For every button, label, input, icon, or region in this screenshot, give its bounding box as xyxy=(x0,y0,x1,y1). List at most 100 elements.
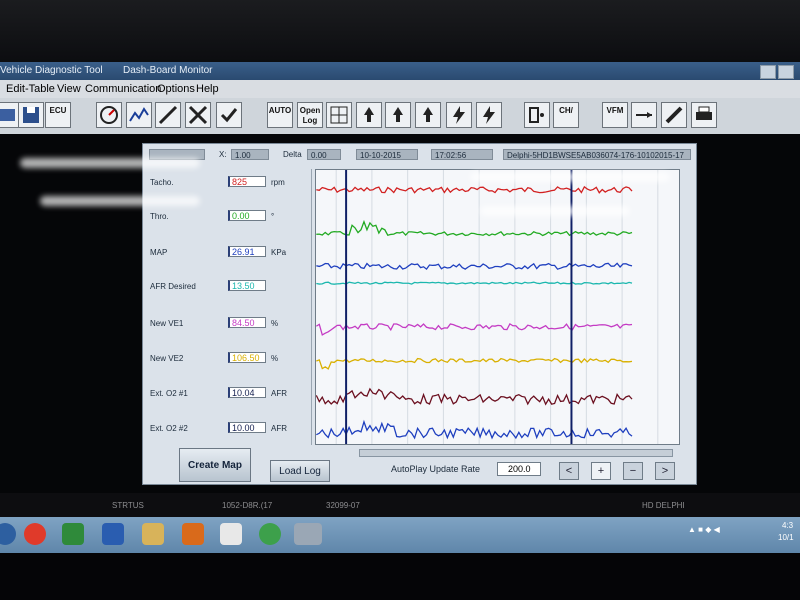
flash-icon[interactable] xyxy=(356,102,382,128)
ch-label: CH/ xyxy=(559,106,573,115)
autoplay-rate-input[interactable]: 200.0 xyxy=(497,462,541,476)
maximize-button[interactable] xyxy=(778,65,794,79)
reading-value: 84.50 xyxy=(228,317,266,328)
title-bar: Vehicle Diagnostic Tool Dash-Board Monit… xyxy=(0,62,800,80)
reading-label: New VE1 xyxy=(150,319,184,328)
file-explorer-icon[interactable] xyxy=(142,523,164,545)
x-value: 1.00 xyxy=(231,149,269,160)
menu-edit-table[interactable]: Edit-Table xyxy=(6,80,55,98)
open-log-button[interactable]: Open Log xyxy=(297,102,323,128)
auto-label: AUTO xyxy=(268,106,292,115)
media-player-icon[interactable] xyxy=(24,523,46,545)
gauge-icon[interactable] xyxy=(96,102,122,128)
autoplay-label: AutoPlay Update Rate xyxy=(391,464,481,474)
zoom-in-button[interactable]: + xyxy=(591,462,611,480)
pen-icon[interactable] xyxy=(661,102,687,128)
trace-line xyxy=(316,219,633,237)
screen-glare-2 xyxy=(40,196,200,206)
fuel-icon[interactable] xyxy=(524,102,550,128)
reading-label: Thro. xyxy=(150,212,169,221)
word-icon[interactable] xyxy=(102,523,124,545)
log-time: 17:02:56 xyxy=(431,149,493,160)
screen-glare xyxy=(20,158,200,168)
reading-value: 13.50 xyxy=(228,280,266,291)
lightning-2-icon[interactable] xyxy=(476,102,502,128)
reading-label: New VE2 xyxy=(150,354,184,363)
scale-separator xyxy=(311,169,312,445)
trace-line xyxy=(316,322,633,336)
ecu-label: ECU xyxy=(49,106,67,115)
window-title: Vehicle Diagnostic Tool xyxy=(0,65,103,76)
ecu-icon[interactable]: ECU xyxy=(45,102,71,128)
menu-help[interactable]: Help xyxy=(196,80,219,98)
trace-line xyxy=(316,387,633,406)
bezel-label-4: HD DELPHI xyxy=(642,501,685,510)
menu-communication[interactable]: Communication xyxy=(85,80,161,98)
bezel-label-2: 1052-D8R.(17 xyxy=(222,501,273,510)
reading-unit: % xyxy=(271,354,279,363)
apps-grid-icon[interactable] xyxy=(220,523,242,545)
tray-icons[interactable]: ▲ ■ ◆ ◀ xyxy=(688,525,720,534)
reading-value: 10.04 xyxy=(228,387,266,398)
monitor-bezel-top xyxy=(0,0,800,62)
excel-icon[interactable] xyxy=(62,523,84,545)
vfm-icon[interactable]: VFM xyxy=(602,102,628,128)
tray-clock[interactable]: 4:3 xyxy=(782,521,793,530)
flash-2-icon[interactable] xyxy=(385,102,411,128)
menu-bar: Edit-Table View Communication Options He… xyxy=(0,80,800,98)
save-icon[interactable] xyxy=(18,102,44,128)
auto-map-icon[interactable]: AUTO xyxy=(267,102,293,128)
chrome-icon[interactable] xyxy=(259,523,281,545)
next-button[interactable]: > xyxy=(655,462,675,480)
toolbar: ECU AUTO Open Log CH/ VFM xyxy=(0,98,800,135)
reading-label: AFR Desired xyxy=(150,282,196,291)
vfm-label: VFM xyxy=(606,106,624,115)
menu-options[interactable]: Options xyxy=(157,80,195,98)
log-filename: Delphi-5HD1BWSE5AB036074-176-10102015-17 xyxy=(503,149,691,160)
load-log-button[interactable]: Load Log xyxy=(270,460,330,482)
reading-value: 0.00 xyxy=(228,210,266,221)
table-icon[interactable] xyxy=(326,102,352,128)
reading-label: Tacho. xyxy=(150,178,174,187)
trace-line xyxy=(316,419,633,440)
tray-date: 10/1 xyxy=(778,533,794,542)
checklist-icon[interactable] xyxy=(216,102,242,128)
lightning-icon[interactable] xyxy=(446,102,472,128)
trace-line xyxy=(316,185,633,194)
bezel-label-3: 32099-07 xyxy=(326,501,360,510)
open-icon[interactable] xyxy=(0,102,20,128)
trace-line xyxy=(316,357,633,370)
reading-unit: AFR xyxy=(271,424,287,433)
ch-icon[interactable]: CH/ xyxy=(553,102,579,128)
timeline-scrollbar[interactable] xyxy=(359,449,673,457)
reading-value: 825 xyxy=(228,176,266,187)
create-map-button[interactable]: Create Map xyxy=(179,448,251,482)
tune-icon[interactable] xyxy=(155,102,181,128)
monitor-bezel-bottom xyxy=(0,553,800,600)
reading-value: 106.50 xyxy=(228,352,266,363)
diagnostic-tool-taskbar-icon[interactable] xyxy=(294,523,322,545)
minimize-button[interactable] xyxy=(760,65,776,79)
menu-view[interactable]: View xyxy=(57,80,81,98)
taskbar: ▲ ■ ◆ ◀ 4:3 10/1 xyxy=(0,517,800,553)
reading-value: 10.00 xyxy=(228,422,266,433)
previous-button[interactable]: < xyxy=(559,462,579,480)
flash-3-icon[interactable] xyxy=(415,102,441,128)
satellite-icon[interactable] xyxy=(185,102,211,128)
delta-label: Delta xyxy=(283,150,302,159)
trace-line xyxy=(316,262,633,270)
screen-glare-4 xyxy=(480,206,630,216)
log-date: 10-10-2015 xyxy=(356,149,418,160)
bezel-label-1: STRTUS xyxy=(112,501,144,510)
outlook-icon[interactable] xyxy=(182,523,204,545)
printer-icon[interactable] xyxy=(691,102,717,128)
open-log-label: Open Log xyxy=(299,106,321,125)
zoom-out-button[interactable]: − xyxy=(623,462,643,480)
reading-unit: rpm xyxy=(271,178,285,187)
graph-icon[interactable] xyxy=(126,102,152,128)
reading-unit: KPa xyxy=(271,248,287,257)
reading-unit: % xyxy=(271,319,279,328)
start-icon[interactable] xyxy=(0,523,16,545)
usb-icon[interactable] xyxy=(631,102,657,128)
x-label: X: xyxy=(219,150,227,159)
